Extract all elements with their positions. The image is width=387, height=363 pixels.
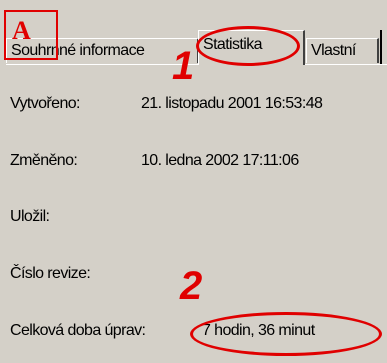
saved-by-row: Uložil:	[10, 208, 50, 226]
annotation-a-box: A	[4, 10, 58, 60]
tab-custom-label: Vlastní	[311, 42, 356, 59]
annotation-a-label: A	[12, 16, 31, 45]
created-row: Vytvořeno: 21. listopadu 2001 16:53:48	[10, 95, 323, 113]
annotation-number-2: 2	[180, 264, 203, 308]
annotation-ellipse-statistics	[196, 26, 300, 66]
annotation-ellipse-edit-time	[190, 312, 382, 356]
modified-value: 10. ledna 2002 17:11:06	[141, 152, 299, 169]
tab-custom[interactable]: Vlastní	[306, 38, 379, 63]
modified-label: Změněno:	[10, 152, 78, 169]
edit-time-row: Celková doba úprav: 7 hodin, 36 minut	[10, 322, 315, 340]
revision-row: Číslo revize:	[10, 265, 91, 283]
annotation-number-1: 1	[172, 44, 195, 88]
saved-by-label: Uložil:	[10, 208, 50, 225]
created-value: 21. listopadu 2001 16:53:48	[141, 95, 323, 112]
edit-time-label: Celková doba úprav:	[10, 322, 146, 339]
revision-label: Číslo revize:	[10, 265, 91, 282]
panel-border	[6, 64, 387, 65]
tab-strip-edge	[380, 30, 382, 64]
created-label: Vytvořeno:	[10, 95, 81, 112]
modified-row: Změněno: 10. ledna 2002 17:11:06	[10, 152, 299, 170]
